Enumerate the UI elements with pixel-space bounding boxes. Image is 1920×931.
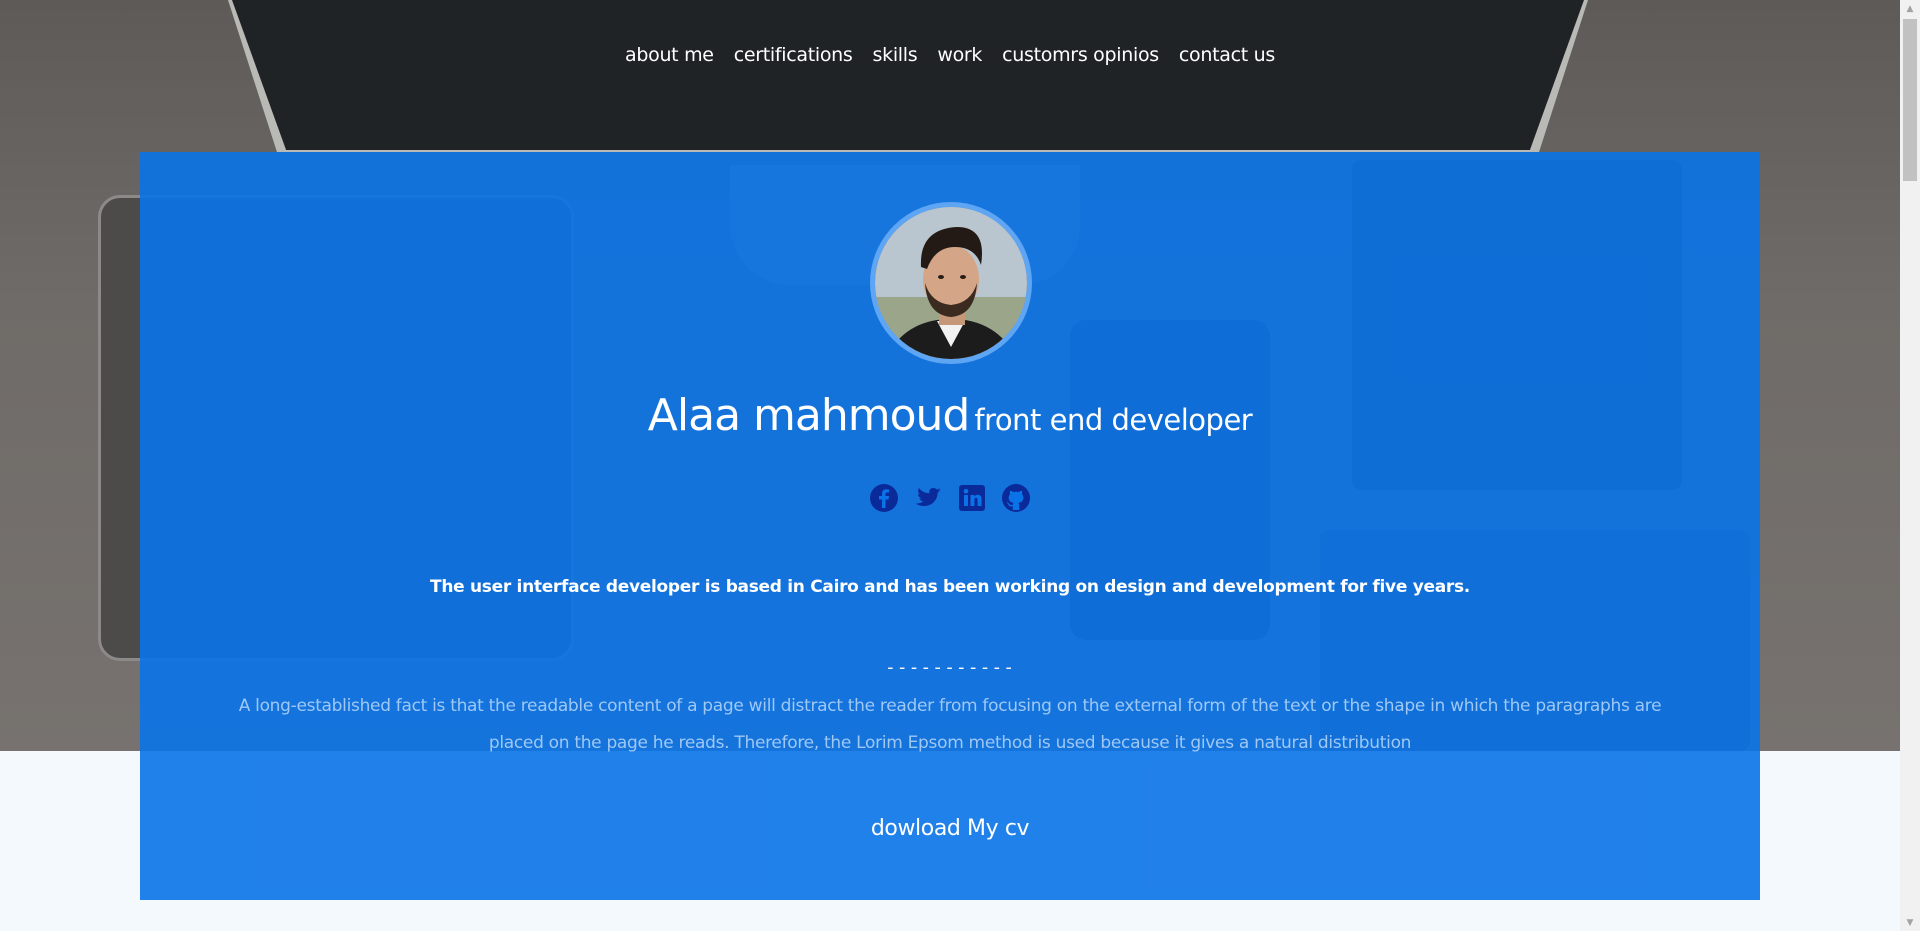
tagline: The user interface developer is based in… [430,577,1470,597]
name-heading: Alaa mahmoud front end developer [140,390,1760,441]
laptop-screen-decoration [232,0,1584,150]
facebook-icon[interactable] [869,483,899,513]
avatar [870,202,1032,364]
github-icon[interactable] [1001,483,1031,513]
nav-item-skills[interactable]: skills [873,44,918,66]
nav-item-certifications[interactable]: certifications [734,44,853,66]
download-cv-button[interactable]: dowload My cv [140,816,1760,841]
page: about me certifications skills work cust… [0,0,1920,931]
avatar-portrait-icon [875,207,1027,359]
nav-item-work[interactable]: work [937,44,982,66]
scroll-down-arrow-icon[interactable]: ▼ [1900,914,1920,931]
scroll-thumb[interactable] [1903,19,1917,181]
scroll-up-arrow-icon[interactable]: ▲ [1900,0,1920,17]
nav-item-contact-us[interactable]: contact us [1179,44,1275,66]
vertical-scrollbar[interactable]: ▲ ▼ [1900,0,1920,931]
developer-name: Alaa mahmoud [647,390,971,441]
developer-role: front end developer [974,403,1253,437]
description-paragraph: A long-established fact is that the read… [238,696,1662,753]
linkedin-icon[interactable] [957,483,987,513]
profile-card: Alaa mahmoud front end developer The use… [140,152,1760,900]
twitter-icon[interactable] [913,483,943,513]
social-links [140,483,1760,513]
main-nav: about me certifications skills work cust… [0,44,1900,66]
nav-item-customers-opinions[interactable]: customrs opinios [1002,44,1159,66]
section-divider: ----------- [884,657,1016,678]
nav-item-about-me[interactable]: about me [625,44,714,66]
